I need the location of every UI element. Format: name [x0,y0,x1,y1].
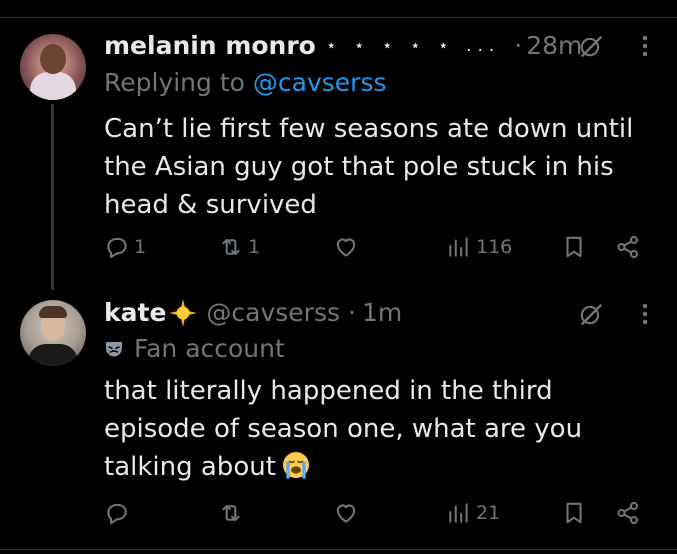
views-chart-icon [449,237,468,257]
replying-to: Replying to @cavserss [104,68,387,97]
tweet-header: kate @cavserss · 1m [104,297,402,329]
display-name[interactable]: melanin monro [104,30,316,62]
tweet-actions: 1 1 116 [0,234,677,264]
bookmark-button[interactable] [561,500,587,526]
like-button[interactable] [333,234,363,260]
replying-handle-link[interactable]: @cavserss [253,68,387,97]
bookmark-button[interactable] [561,234,587,260]
top-divider [0,0,677,18]
badge-text: Fan account [134,334,285,363]
share-button[interactable] [615,500,641,526]
reply-icon [107,503,127,525]
reply-icon [107,237,127,259]
views-count: 21 [476,502,501,524]
reply-count: 1 [134,236,147,258]
repost-icon [222,238,240,256]
views-chart-icon [449,503,468,523]
grok-icon[interactable] [578,33,604,59]
views-count: 116 [476,236,513,258]
avatar[interactable] [20,34,86,100]
more-options-icon[interactable] [642,302,648,326]
reply-button[interactable]: 1 [104,234,146,260]
name-decoration: ⋆ ⋆ ⋆ ⋆ ⋆ ... [325,36,501,56]
tweet-actions: 21 [0,500,677,530]
views-button[interactable]: 21 [446,500,500,526]
repost-count: 1 [248,236,261,258]
more-options-icon[interactable] [642,34,648,58]
timestamp[interactable]: 1m [362,297,402,329]
sun-emoji-icon [169,299,198,327]
share-icon [617,501,639,525]
like-button[interactable] [333,500,363,526]
heart-icon [336,504,356,523]
grok-icon[interactable] [578,301,604,327]
repost-icon [222,504,240,522]
fan-account-badge: Fan account [104,334,285,363]
views-button[interactable]: 116 [446,234,512,260]
heart-icon [336,238,356,257]
repost-button[interactable]: 1 [218,234,260,260]
tweet-text: that literally happened in the third epi… [104,372,664,486]
bottom-divider [0,549,677,550]
reply-button[interactable] [104,500,134,526]
bookmark-icon [566,236,582,258]
replying-prefix: Replying to [104,68,245,97]
mask-icon [106,341,122,356]
separator: · [514,31,523,60]
loudly-crying-face-icon [282,452,309,479]
share-icon [617,235,639,259]
tweet-text-content: that literally happened in the third epi… [104,376,583,482]
timestamp[interactable]: 28m [526,30,582,62]
separator: · [348,298,356,327]
repost-button[interactable] [218,500,248,526]
display-name[interactable]: kate [104,297,166,329]
user-handle[interactable]: @cavserss [206,297,340,329]
bookmark-icon [566,502,582,524]
avatar[interactable] [20,300,86,366]
tweet-text: Can’t lie first few seasons ate down unt… [104,114,634,220]
tweet-header: melanin monro ⋆ ⋆ ⋆ ⋆ ⋆ ... · 28m [104,30,582,62]
share-button[interactable] [615,234,641,260]
